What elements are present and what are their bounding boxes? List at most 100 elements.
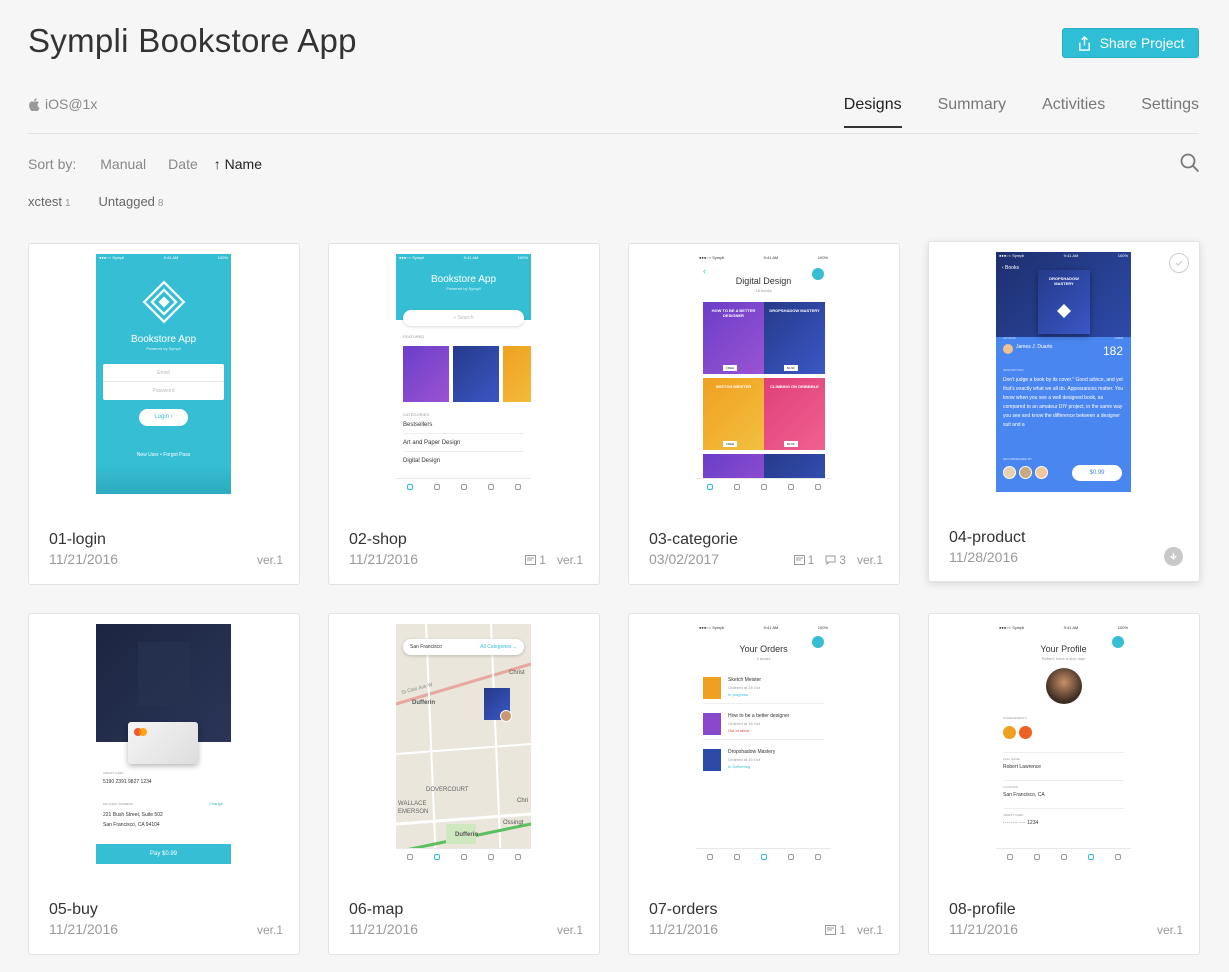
design-name: 07-orders (649, 901, 718, 918)
tag-untagged[interactable]: Untagged 8 (99, 194, 164, 209)
sort-name[interactable]: ↑ Name (214, 156, 262, 172)
address-line2: San Francisco, CA 94104 (103, 822, 160, 828)
status-bar: ●●●○○ Sympli 9:41 AM 100% (996, 624, 1131, 632)
design-card[interactable]: ●●●○○ Sympli 9:41 AM 100% ‹ Books DROPSHAD… (928, 241, 1200, 582)
map-city: San Francisco (410, 644, 442, 650)
orders-sub: 3 books (756, 656, 771, 661)
email-field: Email (103, 364, 224, 382)
tab-bar (696, 478, 831, 494)
tab-bar (396, 848, 531, 864)
design-date: 11/21/2016 (349, 551, 419, 567)
comment-icon (825, 555, 836, 565)
design-card[interactable]: ●●●○○ Sympli 9:41 AM 100% Your Profile Rob… (928, 613, 1200, 955)
status-bar: ●●●○○ Sympli 9:41 AM 100% (696, 254, 831, 262)
order-date: Ordered at 16 Oct (728, 721, 761, 726)
tab-activities[interactable]: Activities (1042, 82, 1105, 128)
map-label: Ossingt (503, 820, 524, 826)
shop-app-name: Bookstore App (430, 274, 497, 285)
design-version: ver.1 (556, 923, 583, 937)
map-label: DOVERCOURT (426, 787, 469, 793)
shop-search: ⌕ Search (403, 310, 524, 326)
design-meta: 1 ver.1 (825, 923, 883, 937)
profile-field: FULL NAME Robert Lawrence (1003, 752, 1124, 776)
tab-bar (996, 848, 1131, 864)
select-check-icon[interactable] (1169, 253, 1189, 273)
sort-date[interactable]: Date (168, 156, 198, 172)
design-thumbnail: ●●●○○ Sympli 9:41 AM 100% Your Orders 3 bo… (696, 624, 831, 864)
design-card[interactable]: ●●●○○ Sympli 9:41 AM 100% ‹ Digital Design… (628, 243, 900, 585)
diamond-icon (1057, 304, 1071, 318)
notes-count: 1 (525, 553, 546, 567)
design-date: 11/21/2016 (649, 921, 719, 937)
pay-button: Pay $0.99 (96, 844, 231, 864)
design-meta: 1 ver.1 (525, 553, 583, 567)
design-thumbnail: ●●●○○ Sympli 9:41 AM 100% Your Profile Rob… (996, 624, 1131, 864)
order-date: Ordered at 16 Oct (728, 757, 761, 762)
status-bar: ●●●○○ Sympli 9:41 AM 100% (396, 254, 531, 262)
sort-manual[interactable]: Manual (100, 156, 146, 172)
tag-name: xctest (28, 194, 62, 209)
book-cover: SKETCH MEISTER FREE (703, 378, 764, 450)
design-thumbnail: San Francisco All Categories ⌄ Dufferin S… (396, 624, 531, 864)
project-tabs: Designs Summary Activities Settings (808, 82, 1199, 128)
status-battery: 100% (817, 255, 828, 260)
share-icon (1078, 35, 1090, 51)
order-thumb (703, 677, 721, 699)
likes-count: 182 (1102, 344, 1123, 358)
status-bar: ●●●○○ Sympli 9:41 AM 100% (96, 254, 231, 262)
design-card[interactable]: CREDIT CARD 5190 2391 9827 1234 DELIVERY… (28, 613, 300, 955)
achievement-badges (1003, 726, 1032, 739)
book-cover: HOW TO BE A BETTER DESIGNER FREE (703, 302, 764, 374)
tab-designs[interactable]: Designs (843, 82, 902, 128)
profile-sub: Robert, have a nice day! (1041, 656, 1086, 661)
tag-name: Untagged (98, 194, 155, 209)
design-thumbnail: ●●●○○ Sympli 9:41 AM 100% ‹ Books DROPSHAD… (996, 252, 1131, 492)
design-card[interactable]: San Francisco All Categories ⌄ Dufferin S… (328, 613, 600, 955)
design-name: 02-shop (349, 531, 407, 548)
category-row: Bestsellers (403, 422, 524, 434)
tab-settings[interactable]: Settings (1141, 82, 1199, 128)
design-card[interactable]: ●●●○○ Sympli 9:41 AM 100% Bookstore App Po… (328, 243, 600, 585)
book-cover (403, 346, 449, 402)
design-version: ver.1 (856, 923, 883, 937)
order-name: Sketch Meister (728, 677, 762, 683)
category-row: Digital Design (403, 458, 441, 464)
category-title: Digital Design (735, 276, 792, 286)
tab-summary[interactable]: Summary (938, 82, 1006, 128)
design-card[interactable]: ●●●○○ Sympli 9:41 AM 100% Your Orders 3 bo… (628, 613, 900, 955)
achievements-label: ACHIEVEMENTS (1003, 716, 1027, 720)
category-sub: 18 books (755, 288, 772, 293)
status-time: 9:41 AM (163, 255, 179, 260)
share-project-button[interactable]: Share Project (1062, 28, 1199, 58)
design-thumbnail: CREDIT CARD 5190 2391 9827 1234 DELIVERY… (96, 624, 231, 864)
tag-xctest[interactable]: xctest 1 (28, 194, 71, 209)
status-battery: 100% (1117, 625, 1128, 630)
design-thumbnail: ●●●○○ Sympli 9:41 AM 100% Bookstore App Po… (396, 254, 531, 494)
note-icon (825, 925, 837, 935)
order-status: Out of stock (728, 728, 750, 733)
map-filter: All Categories ⌄ (480, 644, 517, 650)
map-streets (396, 624, 531, 864)
status-carrier: ●●●○○ Sympli (399, 255, 425, 260)
design-date: 11/28/2016 (949, 549, 1019, 565)
featured-label: FEATURED (403, 334, 425, 339)
status-bar: ●●●○○ Sympli 9:41 AM 100% (696, 624, 831, 632)
design-version: ver.1 (856, 553, 883, 567)
order-date: Ordered at 16 Oct (728, 685, 761, 690)
search-icon[interactable] (1180, 153, 1200, 173)
profile-title: Your Profile (1040, 644, 1087, 654)
recommended-label: RECOMMENDED BY (1003, 457, 1033, 461)
design-card[interactable]: ●●●○○ Sympli 9:41 AM 100% Bookstore App Po… (28, 243, 300, 585)
download-icon[interactable] (1164, 547, 1183, 566)
design-date: 03/02/2017 (649, 551, 720, 567)
platform-text: iOS@1x (45, 96, 98, 112)
status-time: 9:41 AM (1063, 625, 1079, 630)
design-meta: 1 3 ver.1 (793, 553, 883, 567)
status-time: 9:41 AM (763, 255, 779, 260)
book-cover: DROPSHADOW MASTERY (1038, 270, 1090, 334)
order-item: Sketch Meister Ordered at 16 Oct In prog… (703, 674, 824, 704)
login-app-name: Bookstore App (130, 334, 197, 345)
design-thumbnail: ●●●○○ Sympli 9:41 AM 100% Bookstore App Po… (96, 254, 231, 494)
tag-count: 1 (64, 198, 71, 209)
tag-filter: xctest 1 Untagged 8 (28, 194, 163, 209)
